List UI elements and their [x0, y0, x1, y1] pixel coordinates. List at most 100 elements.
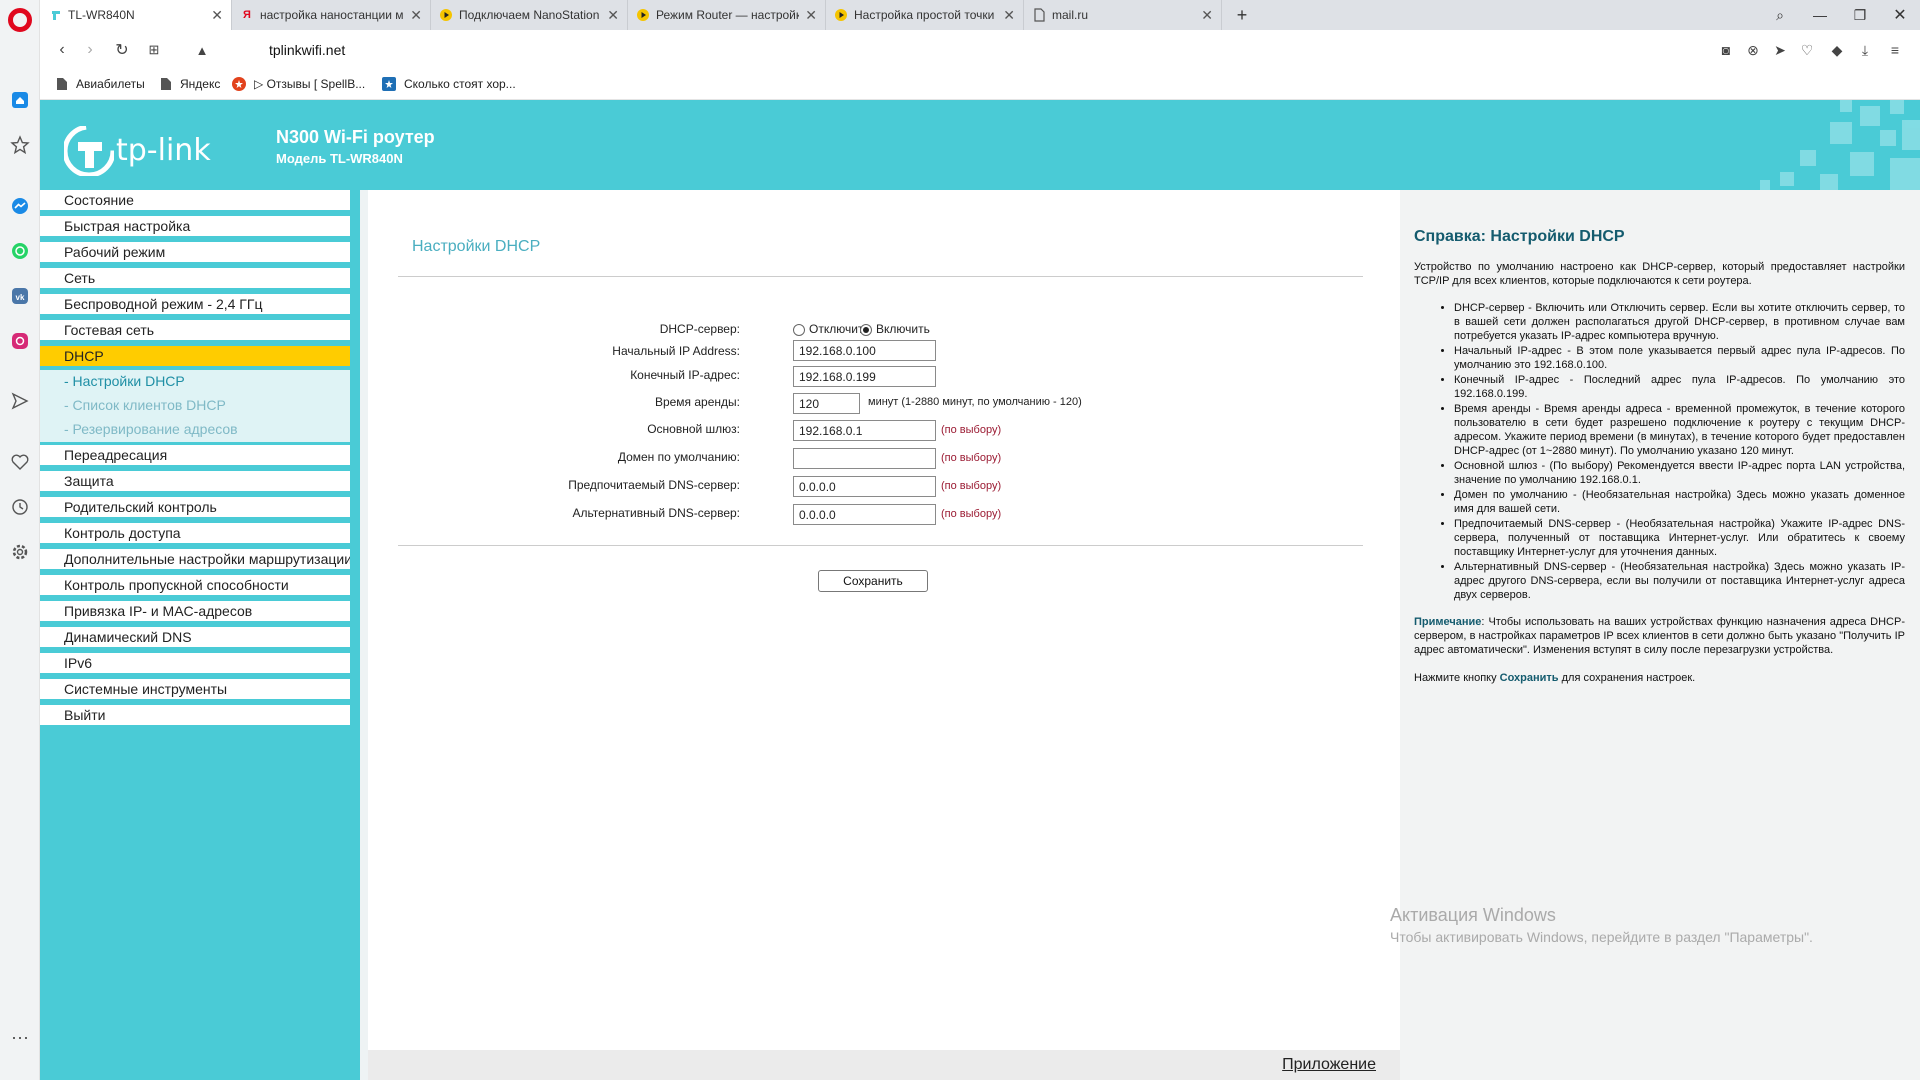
- dhcp-disable-radio[interactable]: [793, 324, 805, 336]
- help-item: Время аренды - Время аренды адреса - вре…: [1454, 402, 1905, 458]
- close-window-icon[interactable]: ✕: [1880, 0, 1920, 30]
- bookmarks-bar: Авиабилеты Яндекс ▷ Отзывы [ SpellB... С…: [40, 70, 1920, 100]
- menu-icon[interactable]: ≡: [1885, 40, 1905, 60]
- messenger-icon[interactable]: [8, 194, 32, 218]
- dns1-input[interactable]: [793, 476, 936, 497]
- opera-logo-icon[interactable]: [8, 8, 32, 32]
- menu-status[interactable]: Состояние: [40, 190, 350, 213]
- tab-router-mode[interactable]: Режим Router — настройк ✕: [628, 0, 826, 30]
- lease-time-input[interactable]: [793, 393, 860, 414]
- minimize-icon[interactable]: —: [1800, 0, 1840, 30]
- menu-guest-network[interactable]: Гостевая сеть: [40, 320, 350, 343]
- menu-network[interactable]: Сеть: [40, 268, 350, 291]
- heart-bookmark-icon[interactable]: ♡: [1797, 40, 1817, 60]
- vk-icon[interactable]: vk: [8, 284, 32, 308]
- menu-ipv6[interactable]: IPv6: [40, 653, 350, 676]
- menu-bandwidth-control[interactable]: Контроль пропускной способности: [40, 575, 350, 598]
- menu-dhcp[interactable]: DHCP: [40, 346, 350, 369]
- menu-dynamic-dns[interactable]: Динамический DNS: [40, 627, 350, 650]
- new-tab-icon[interactable]: +: [1222, 0, 1262, 30]
- lease-time-label: Время аренды:: [654, 395, 740, 409]
- heart-icon[interactable]: [8, 450, 32, 474]
- send-icon[interactable]: [8, 389, 32, 413]
- divider: [398, 545, 1363, 546]
- play-icon: [834, 8, 848, 22]
- menu-security[interactable]: Защита: [40, 471, 350, 494]
- url-field[interactable]: tplinkwifi.net: [269, 42, 345, 58]
- wallet-icon[interactable]: ◆: [1827, 40, 1847, 60]
- menu-system-tools[interactable]: Системные инструменты: [40, 679, 350, 702]
- domain-optional: (по выбору): [941, 452, 1002, 464]
- app-link[interactable]: Приложение: [1282, 1056, 1376, 1074]
- dns2-input[interactable]: [793, 504, 936, 525]
- forward-icon[interactable]: ›: [78, 38, 102, 62]
- page-icon: [161, 78, 171, 90]
- menu-parental-control[interactable]: Родительский контроль: [40, 497, 350, 520]
- opera-sidebar: vk ⋯: [0, 0, 40, 1080]
- bookmark-skolko-stoyat[interactable]: Сколько стоят хор...: [382, 77, 516, 91]
- more-icon[interactable]: ⋯: [8, 1026, 32, 1050]
- page-title: Настройки DHCP: [412, 238, 541, 255]
- tab-tl-wr840n[interactable]: TL-WR840N ✕: [40, 0, 232, 30]
- tabs-grid-icon[interactable]: ⊞: [142, 38, 166, 62]
- dns1-label: Предпочитаемый DNS-сервер:: [568, 478, 740, 492]
- start-ip-input[interactable]: [793, 340, 936, 361]
- dhcp-enable-radio[interactable]: [860, 324, 872, 336]
- bookmark-yandex[interactable]: Яндекс: [160, 77, 220, 91]
- home-icon[interactable]: [8, 88, 32, 112]
- back-icon[interactable]: ‹: [50, 38, 74, 62]
- help-content: Справка: Настройки DHCP Устройство по ум…: [1414, 229, 1905, 685]
- menu-forwarding[interactable]: Переадресация: [40, 445, 350, 468]
- warning-icon[interactable]: ▲: [190, 38, 214, 62]
- camera-icon[interactable]: ◙: [1716, 40, 1736, 60]
- gateway-input[interactable]: [793, 420, 936, 441]
- help-item: Домен по умолчанию - (Необязательная нас…: [1454, 488, 1905, 516]
- download-icon[interactable]: ⤓: [1855, 40, 1875, 60]
- help-save-hint: Нажмите кнопку Сохранить для сохранения …: [1414, 671, 1905, 685]
- windows-activation-title: Активация Windows: [1390, 905, 1556, 925]
- close-tab-icon[interactable]: ✕: [607, 7, 619, 24]
- domain-input[interactable]: [793, 448, 936, 469]
- left-menu: Состояние Быстрая настройка Рабочий режи…: [40, 190, 360, 1080]
- restore-icon[interactable]: ❐: [1840, 0, 1880, 30]
- close-tab-icon[interactable]: ✕: [1003, 7, 1015, 24]
- help-note: Примечание: Чтобы использовать на ваших …: [1414, 615, 1905, 657]
- menu-access-control[interactable]: Контроль доступа: [40, 523, 350, 546]
- bookmark-spellbook[interactable]: ▷ Отзывы [ SpellB...: [232, 77, 365, 91]
- reload-icon[interactable]: ↻: [110, 38, 134, 62]
- whatsapp-icon[interactable]: [8, 239, 32, 263]
- adblock-icon[interactable]: ⊗: [1743, 40, 1763, 60]
- menu-wireless[interactable]: Беспроводной режим - 2,4 ГГц: [40, 294, 350, 317]
- instagram-icon[interactable]: [8, 329, 32, 353]
- search-tabs-icon[interactable]: ⌕: [1760, 0, 1800, 30]
- close-tab-icon[interactable]: ✕: [1201, 7, 1213, 24]
- menu-quick-setup[interactable]: Быстрая настройка: [40, 216, 350, 239]
- tab-mail-ru[interactable]: mail.ru ✕: [1024, 0, 1222, 30]
- end-ip-input[interactable]: [793, 366, 936, 387]
- submenu-dhcp-clients[interactable]: - Список клиентов DHCP: [40, 394, 350, 418]
- bookmark-aviabilety[interactable]: Авиабилеты: [56, 77, 145, 91]
- tab-nanostation-settings[interactable]: Я настройка наностанции м ✕: [232, 0, 431, 30]
- close-tab-icon[interactable]: ✕: [410, 7, 422, 24]
- save-button[interactable]: Сохранить: [818, 570, 928, 592]
- submenu-address-reservation[interactable]: - Резервирование адресов: [40, 418, 350, 445]
- close-tab-icon[interactable]: ✕: [805, 7, 817, 24]
- share-icon[interactable]: ➤: [1770, 40, 1790, 60]
- menu-operation-mode[interactable]: Рабочий режим: [40, 242, 350, 265]
- close-tab-icon[interactable]: ✕: [211, 7, 223, 24]
- star-icon[interactable]: [8, 133, 32, 157]
- menu-logout[interactable]: Выйти: [40, 705, 350, 728]
- history-icon[interactable]: [8, 495, 32, 519]
- tab-simple-point[interactable]: Настройка простой точки ✕: [826, 0, 1024, 30]
- settings-icon[interactable]: [8, 540, 32, 564]
- footer-bar: Приложение: [368, 1050, 1408, 1080]
- svg-text:vk: vk: [16, 293, 25, 302]
- play-icon: [636, 8, 650, 22]
- main-content: Настройки DHCP DHCP-сервер: Отключить Вк…: [360, 190, 1408, 1080]
- windows-activation-text: Чтобы активировать Windows, перейдите в …: [1390, 929, 1813, 945]
- yandex-icon: Я: [243, 9, 251, 21]
- menu-advanced-routing[interactable]: Дополнительные настройки маршрутизации: [40, 549, 350, 572]
- menu-ip-mac-binding[interactable]: Привязка IP- и MAC-адресов: [40, 601, 350, 624]
- tab-nanostation-connect[interactable]: Подключаем NanoStation ✕: [431, 0, 628, 30]
- submenu-dhcp-settings[interactable]: - Настройки DHCP: [40, 370, 350, 394]
